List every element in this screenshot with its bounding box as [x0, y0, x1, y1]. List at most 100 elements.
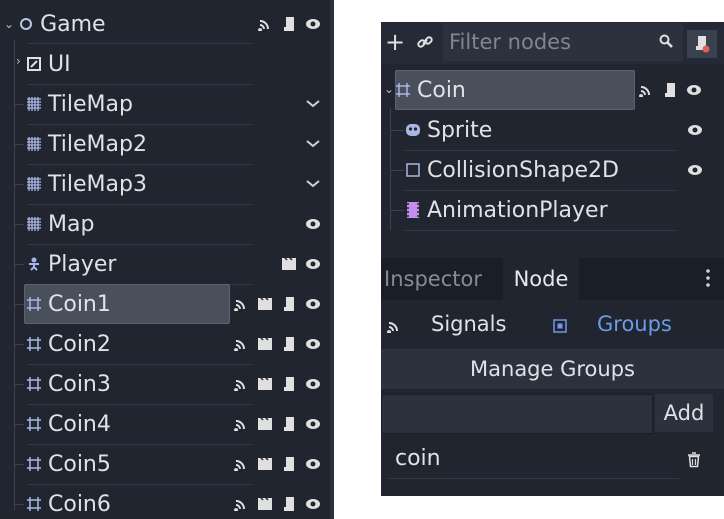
instance-scene-icon[interactable] [256, 455, 274, 473]
item-status-icons [686, 110, 704, 150]
visibility-eye-icon[interactable] [685, 81, 703, 99]
trash-icon[interactable] [687, 452, 701, 472]
signal-icon[interactable] [232, 455, 250, 473]
tree-item-coin[interactable]: Coin [395, 70, 466, 110]
tree-guide-line [14, 40, 15, 510]
script-icon[interactable] [280, 495, 298, 513]
tree-item-label: Coin [417, 77, 466, 103]
visibility-eye-icon[interactable] [304, 255, 322, 273]
tree-item-game[interactable]: ⌄ Game [4, 4, 106, 44]
tree-item-tilemap3[interactable]: TileMap3 [26, 164, 147, 204]
scene-toolbar: + Filter nodes [381, 22, 724, 64]
item-status-icons [304, 84, 322, 124]
signal-icon[interactable] [232, 375, 250, 393]
collapse-arrow-icon[interactable]: ⌄ [384, 82, 394, 96]
tree-item-coin2[interactable]: Coin2 [26, 324, 111, 364]
tree-item-coin5[interactable]: Coin5 [26, 444, 111, 484]
tree-item-label: Player [48, 251, 117, 277]
scene-and-node-dock: + Filter nodes ⌄ Coin Sprite CollisionSh… [381, 22, 724, 496]
control-node-icon [26, 56, 42, 72]
script-icon[interactable] [280, 15, 298, 33]
instance-scene-icon[interactable] [256, 495, 274, 513]
instance-scene-icon[interactable] [256, 415, 274, 433]
visibility-eye-icon[interactable] [304, 15, 322, 33]
visibility-eye-icon[interactable] [304, 295, 322, 313]
script-icon[interactable] [280, 375, 298, 393]
item-status-icons [232, 404, 322, 444]
tab-label: Inspector [384, 267, 482, 291]
signal-icon[interactable] [232, 335, 250, 353]
add-group-button[interactable]: Add [655, 394, 713, 432]
chevron-down-icon[interactable] [304, 135, 322, 153]
signal-icon[interactable] [256, 15, 274, 33]
group-name-input[interactable] [381, 394, 653, 434]
signal-icon[interactable] [232, 295, 250, 313]
tab-menu-icon[interactable] [705, 268, 711, 292]
kinematic-body-icon [26, 256, 42, 272]
instance-scene-icon[interactable] [280, 255, 298, 273]
visibility-eye-icon[interactable] [304, 335, 322, 353]
tree-item-coin4[interactable]: Coin4 [26, 404, 111, 444]
item-status-icons [232, 324, 322, 364]
signal-icon[interactable] [637, 81, 655, 99]
visibility-eye-icon[interactable] [304, 375, 322, 393]
area2d-icon [26, 496, 42, 512]
chevron-down-icon[interactable] [304, 95, 322, 113]
add-node-icon[interactable]: + [385, 28, 405, 56]
tree-item-ui[interactable]: UI [26, 44, 71, 84]
tree-item-coin1[interactable]: Coin1 [26, 284, 111, 324]
tree-item-player[interactable]: Player [26, 244, 116, 284]
visibility-eye-icon[interactable] [304, 215, 322, 233]
tree-item-sprite[interactable]: Sprite [405, 110, 492, 150]
manage-groups-button[interactable]: Manage Groups [381, 349, 724, 389]
signal-icon[interactable] [232, 415, 250, 433]
tab-node[interactable]: Node [503, 258, 579, 300]
tree-item-label: Coin6 [48, 491, 111, 517]
script-icon[interactable] [280, 335, 298, 353]
visibility-eye-icon[interactable] [686, 121, 704, 139]
tree-item-collisionshape2d[interactable]: CollisionShape2D [405, 150, 619, 190]
instance-scene-icon[interactable] [256, 375, 274, 393]
expand-arrow-icon[interactable]: › [16, 54, 21, 68]
visibility-eye-icon[interactable] [304, 495, 322, 513]
script-icon[interactable] [280, 415, 298, 433]
signal-icon [387, 318, 401, 337]
panel-divider [330, 0, 334, 519]
area2d-icon [26, 296, 42, 312]
collapse-arrow-icon[interactable]: ⌄ [4, 17, 14, 31]
tree-item-coin3[interactable]: Coin3 [26, 364, 111, 404]
attach-script-icon[interactable] [687, 30, 717, 58]
collision-shape-icon [405, 162, 421, 178]
tab-signals[interactable]: Signals [431, 312, 506, 336]
tab-inspector[interactable]: Inspector [384, 258, 482, 300]
visibility-eye-icon[interactable] [686, 161, 704, 179]
tilemap-icon [26, 136, 42, 152]
area2d-icon [26, 336, 42, 352]
tree-item-coin6[interactable]: Coin6 [26, 484, 111, 519]
link-icon[interactable] [417, 34, 433, 54]
script-icon[interactable] [661, 81, 679, 99]
tree-item-tilemap[interactable]: TileMap [26, 84, 133, 124]
visibility-eye-icon[interactable] [304, 455, 322, 473]
chevron-down-icon[interactable] [304, 175, 322, 193]
tree-item-map[interactable]: Map [26, 204, 94, 244]
instance-scene-icon[interactable] [256, 335, 274, 353]
tree-item-tilemap2[interactable]: TileMap2 [26, 124, 147, 164]
item-status-icons [304, 204, 322, 244]
tree-guide-tick [14, 344, 24, 345]
tree-guide-tick [14, 384, 24, 385]
instance-scene-icon[interactable] [256, 295, 274, 313]
tab-groups[interactable]: Groups [597, 312, 672, 336]
script-icon[interactable] [280, 455, 298, 473]
tree-item-label: AnimationPlayer [427, 197, 608, 223]
tilemap-icon [26, 216, 42, 232]
filter-nodes-input[interactable]: Filter nodes [443, 23, 683, 61]
filter-placeholder: Filter nodes [449, 30, 572, 54]
tree-item-animationplayer[interactable]: AnimationPlayer [405, 190, 608, 230]
area2d-icon [26, 416, 42, 432]
signal-icon[interactable] [232, 495, 250, 513]
visibility-eye-icon[interactable] [304, 415, 322, 433]
animation-player-icon [405, 202, 421, 218]
item-status-icons [232, 284, 322, 324]
script-icon[interactable] [280, 295, 298, 313]
